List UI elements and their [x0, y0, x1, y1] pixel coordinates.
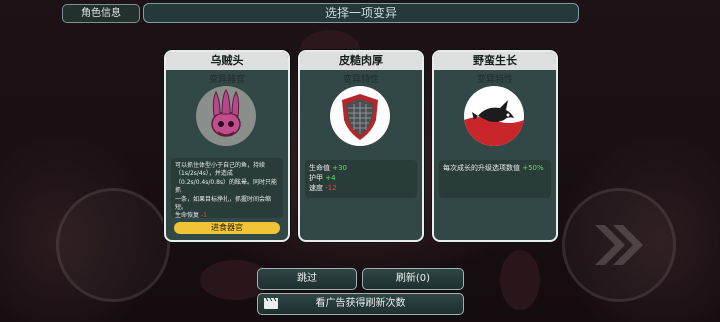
refresh-button[interactable]: 刷新(0) [362, 268, 464, 290]
skip-button[interactable]: 跳过 [257, 268, 357, 290]
squid-head-icon [196, 86, 256, 146]
watch-ad-label: 看广告获得刷新次数 [315, 298, 406, 309]
feeding-organ-button[interactable]: 进食器官 [174, 222, 280, 234]
mutation-card-thick-skin[interactable]: 皮糙肉厚 变异特性 生命值 +30 护甲 +4 速度 -12 [298, 50, 424, 242]
mutation-card-squid-head[interactable]: 乌贼头 变异器官 可以抓住体型小于自己的鱼，持续 （1s/2s/4s），并造成 … [164, 50, 290, 242]
card-stats: 生命值 +30 护甲 +4 速度 -12 [305, 160, 417, 198]
stat-value: +4 [325, 174, 336, 182]
video-clapper-icon [264, 298, 278, 309]
stat-value: -12 [325, 184, 337, 192]
move-joystick[interactable] [56, 188, 170, 302]
stat-value: +30 [332, 164, 348, 172]
watch-ad-button[interactable]: 看广告获得刷新次数 [257, 293, 464, 315]
card-description: 每次成长的升级选项数值 +50% [439, 160, 551, 198]
card-title: 皮糙肉厚 [300, 52, 422, 70]
character-info-button[interactable]: 角色信息 [62, 4, 140, 23]
card-description: 可以抓住体型小于自己的鱼，持续 （1s/2s/4s），并造成 （0.2s/0.4… [171, 158, 283, 220]
double-chevron-right-icon [595, 225, 643, 265]
stat-value: +50% [522, 164, 544, 172]
background-rock [500, 250, 540, 310]
card-title: 野蛮生长 [434, 52, 556, 70]
dash-button[interactable] [562, 188, 676, 302]
stat-label: 生命恢复 [175, 212, 200, 220]
card-subtitle: 变异器官 [208, 75, 245, 85]
card-subtitle: 变异特性 [476, 75, 513, 85]
shield-icon [330, 86, 390, 146]
card-title: 乌贼头 [166, 52, 288, 70]
mutation-card-wild-growth[interactable]: 野蛮生长 变异特性 每次成长的升级选项数值 +50% [432, 50, 558, 242]
page-title: 选择一项变异 [143, 3, 579, 23]
growth-fish-icon [464, 86, 524, 146]
stat-value: -1 [200, 212, 207, 220]
card-subtitle: 变异特性 [342, 75, 379, 85]
